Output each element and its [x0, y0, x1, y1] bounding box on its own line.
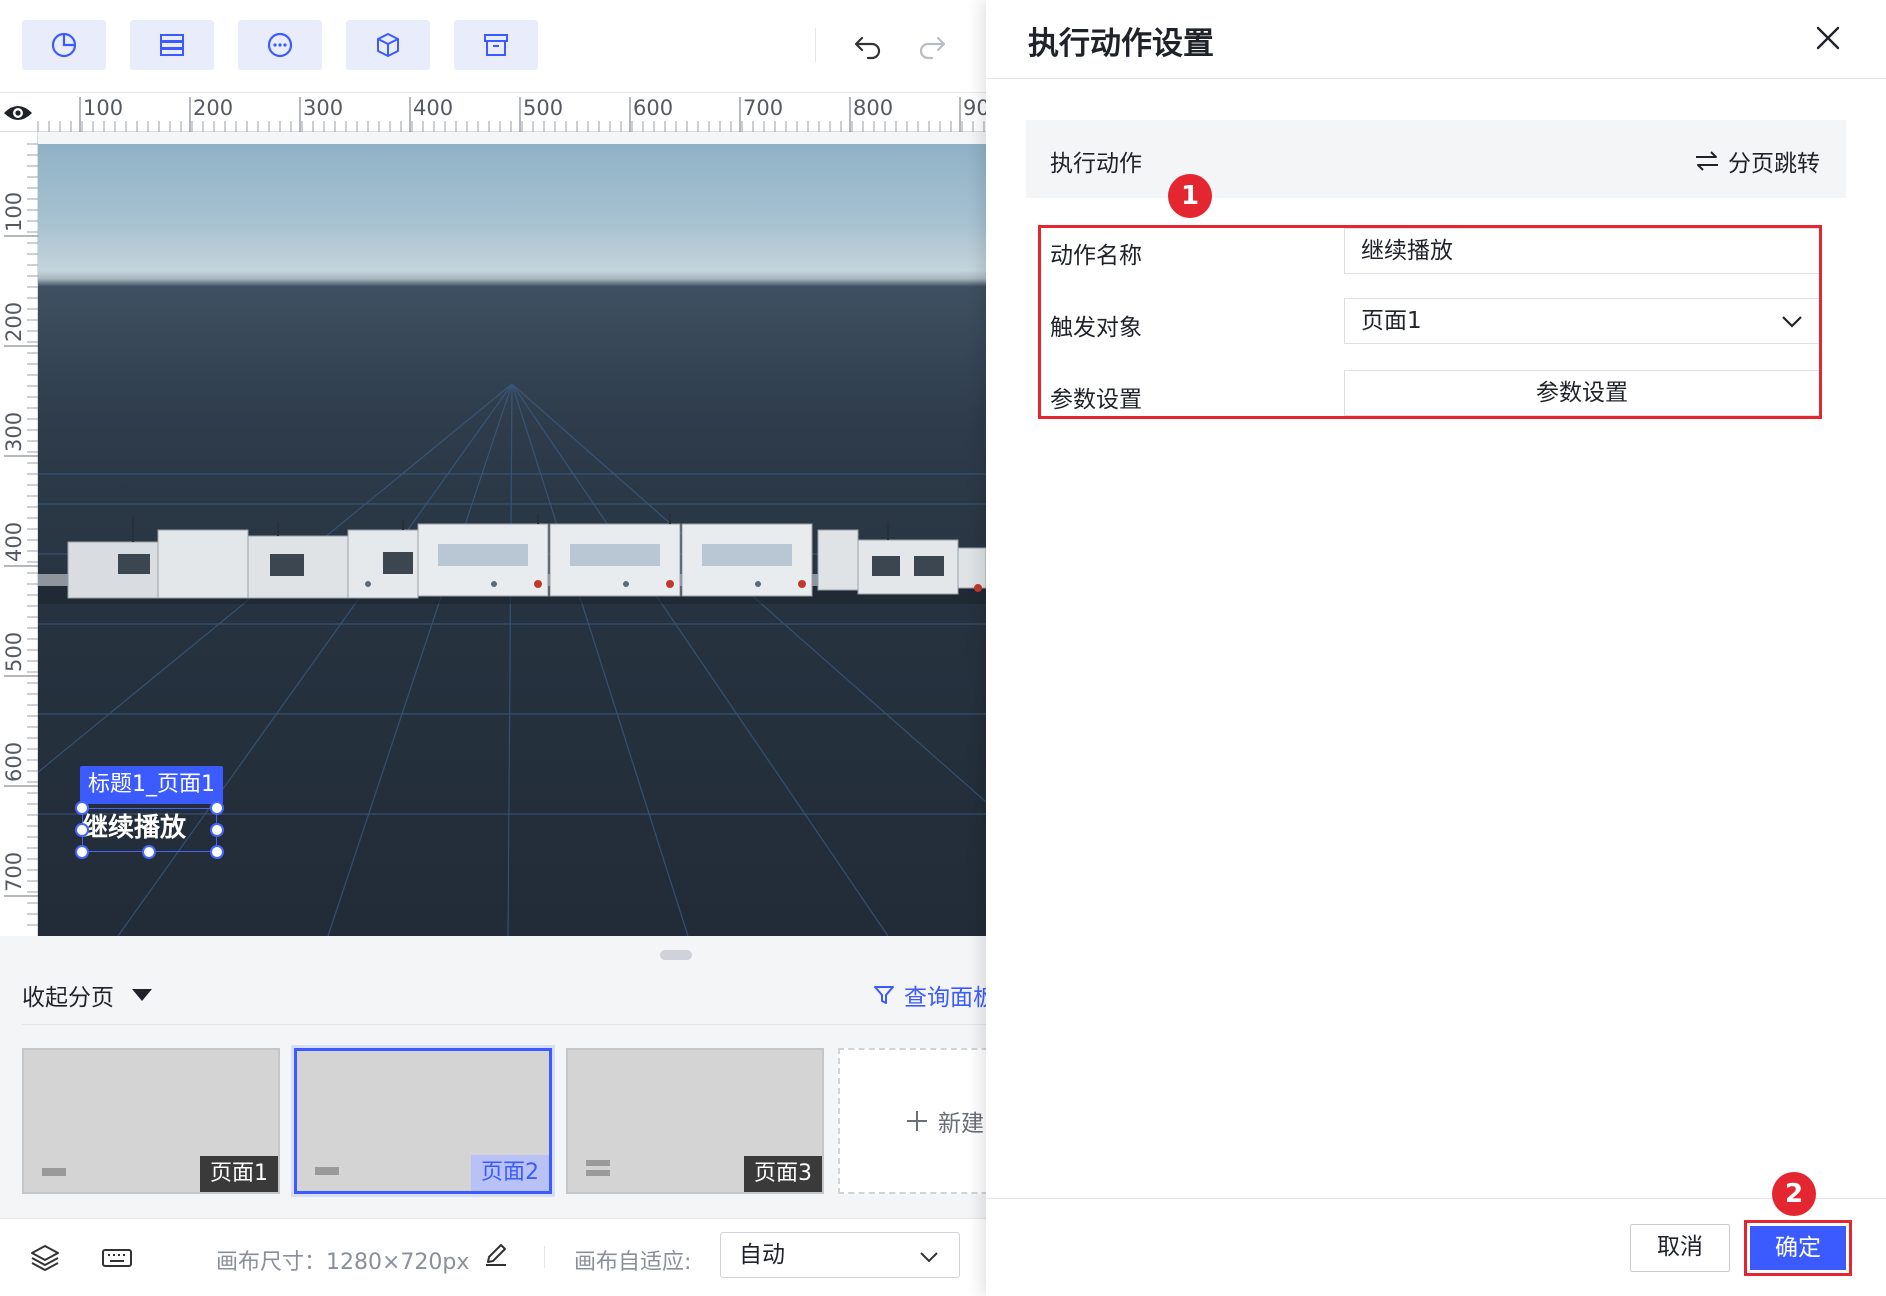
- drawer-title: 执行动作设置: [1028, 26, 1214, 62]
- archive-tool-button[interactable]: [454, 20, 538, 70]
- canvas-adapt-value: 自动: [739, 1242, 785, 1268]
- resize-handle[interactable]: [75, 823, 89, 837]
- query-panel-button[interactable]: 查询面板: [872, 978, 986, 1012]
- ruler-tick-label: 200: [2, 302, 26, 342]
- editor-panel: 100 200 300 400 500 600 700 800 90 100 200 300 400 5…: [0, 0, 986, 1296]
- chart-tool-button[interactable]: [22, 20, 106, 70]
- undo-icon: [854, 36, 881, 60]
- editor-toolbar: [0, 0, 986, 92]
- collapse-pages-toggle[interactable]: 收起分页: [22, 978, 152, 1012]
- list-tool-button[interactable]: [130, 20, 214, 70]
- pencil-icon[interactable]: [482, 1240, 510, 1268]
- thumbnail-placeholder-icon: [315, 1167, 339, 1175]
- action-row-label: 执行动作: [1050, 151, 1142, 177]
- divider: [986, 78, 1886, 79]
- layers-icon[interactable]: [28, 1241, 62, 1275]
- canvas-adapt-label: 画布自适应:: [574, 1250, 692, 1275]
- canvas-adapt-select[interactable]: 自动: [720, 1232, 960, 1278]
- model-tool-button[interactable]: [346, 20, 430, 70]
- more-circle-icon: [267, 32, 293, 58]
- collapse-pages-label: 收起分页: [22, 985, 114, 1011]
- highlight-frame: [1038, 225, 1822, 419]
- step-badge-1: 1: [1168, 174, 1212, 218]
- chart-icon: [51, 32, 77, 58]
- redo-icon: [919, 36, 946, 60]
- query-panel-label: 查询面板: [904, 985, 986, 1011]
- resize-handle[interactable]: [75, 801, 89, 815]
- thumbnail-placeholder-icon: [42, 1168, 66, 1176]
- keyboard-icon[interactable]: [100, 1241, 134, 1275]
- ruler-tick-label: 300: [2, 412, 26, 452]
- cancel-button[interactable]: 取消: [1630, 1224, 1730, 1272]
- ruler-tick-label: 100: [83, 96, 123, 120]
- panel-resize-grip[interactable]: [660, 950, 692, 960]
- redo-button[interactable]: [912, 26, 952, 66]
- plus-icon: [907, 1111, 927, 1131]
- canvas-title-text[interactable]: 继续播放: [82, 808, 186, 848]
- page-thumbnail-label: 页面3: [744, 1156, 822, 1192]
- resize-handle[interactable]: [75, 845, 89, 859]
- page-thumbnail-label: 页面2: [471, 1155, 549, 1191]
- action-type-row: 执行动作 分页跳转: [1026, 120, 1846, 198]
- action-type-value: 分页跳转: [1728, 151, 1820, 177]
- divider: [22, 1024, 986, 1025]
- action-type-switch[interactable]: 分页跳转: [1694, 144, 1820, 178]
- visibility-toggle[interactable]: [2, 100, 34, 126]
- ruler-tick-label: 100: [2, 192, 26, 232]
- ruler-tick-label: 90: [963, 96, 986, 120]
- resize-handle[interactable]: [210, 823, 224, 837]
- design-canvas[interactable]: 标题1_页面1 继续播放: [38, 144, 986, 936]
- page-thumbnail-label: 页面1: [200, 1156, 278, 1192]
- canvas-size-label: 画布尺寸：1280×720px: [216, 1250, 470, 1275]
- thumbnail-placeholder-icon: [586, 1160, 610, 1176]
- horizontal-ruler: 100 200 300 400 500 600 700 800 90: [0, 92, 986, 132]
- ruler-tick-label: 400: [2, 522, 26, 562]
- ruler-tick-label: 700: [743, 96, 783, 120]
- toolbar-separator: [815, 28, 816, 62]
- new-page-button[interactable]: 新建: [838, 1048, 986, 1194]
- eye-icon: [4, 106, 32, 120]
- ruler-tick-label: 300: [303, 96, 343, 120]
- caret-down-icon: [132, 989, 152, 1001]
- ruler-tick-label: 600: [633, 96, 673, 120]
- ruler-tick-label: 400: [413, 96, 453, 120]
- ruler-tick-label: 600: [2, 742, 26, 782]
- confirm-button[interactable]: 确定: [1750, 1226, 1846, 1270]
- resize-handle[interactable]: [142, 845, 156, 859]
- confirm-highlight-frame: 确定: [1744, 1220, 1852, 1276]
- cube-icon: [377, 33, 399, 57]
- step-badge-2: 2: [1772, 1172, 1816, 1216]
- page-thumbnail-2[interactable]: 页面2: [294, 1048, 552, 1194]
- swap-icon: [1696, 151, 1718, 171]
- filter-icon: [874, 986, 894, 1004]
- divider: [986, 1198, 1886, 1199]
- ruler-tick-label: 700: [2, 852, 26, 892]
- action-settings-drawer: 执行动作设置 执行动作 分页跳转 1 动作名称 继续播放 触发对象 页面1 参数…: [986, 0, 1886, 1296]
- ruler-tick-label: 500: [2, 632, 26, 672]
- undo-button[interactable]: [848, 26, 888, 66]
- app-root: 100 200 300 400 500 600 700 800 90 100 200 300 400 5…: [0, 0, 1886, 1296]
- vertical-ruler: 100 200 300 400 500 600 700: [0, 132, 38, 936]
- ruler-tick-label: 200: [193, 96, 233, 120]
- status-separator: [544, 1246, 545, 1268]
- ruler-tick-label: 500: [523, 96, 563, 120]
- chevron-down-icon: [920, 1252, 938, 1263]
- archive-icon: [484, 34, 508, 56]
- more-tool-button[interactable]: [238, 20, 322, 70]
- list-icon: [160, 34, 184, 56]
- resize-handle[interactable]: [210, 845, 224, 859]
- new-page-label: 新建: [938, 1111, 984, 1137]
- ruler-tick-label: 800: [853, 96, 893, 120]
- selected-component-label[interactable]: 标题1_页面1: [80, 766, 223, 804]
- close-button[interactable]: [1808, 18, 1848, 58]
- page-thumbnail-1[interactable]: 页面1: [22, 1048, 280, 1194]
- close-icon: [1816, 26, 1840, 50]
- resize-handle[interactable]: [210, 801, 224, 815]
- page-thumbnail-3[interactable]: 页面3: [566, 1048, 824, 1194]
